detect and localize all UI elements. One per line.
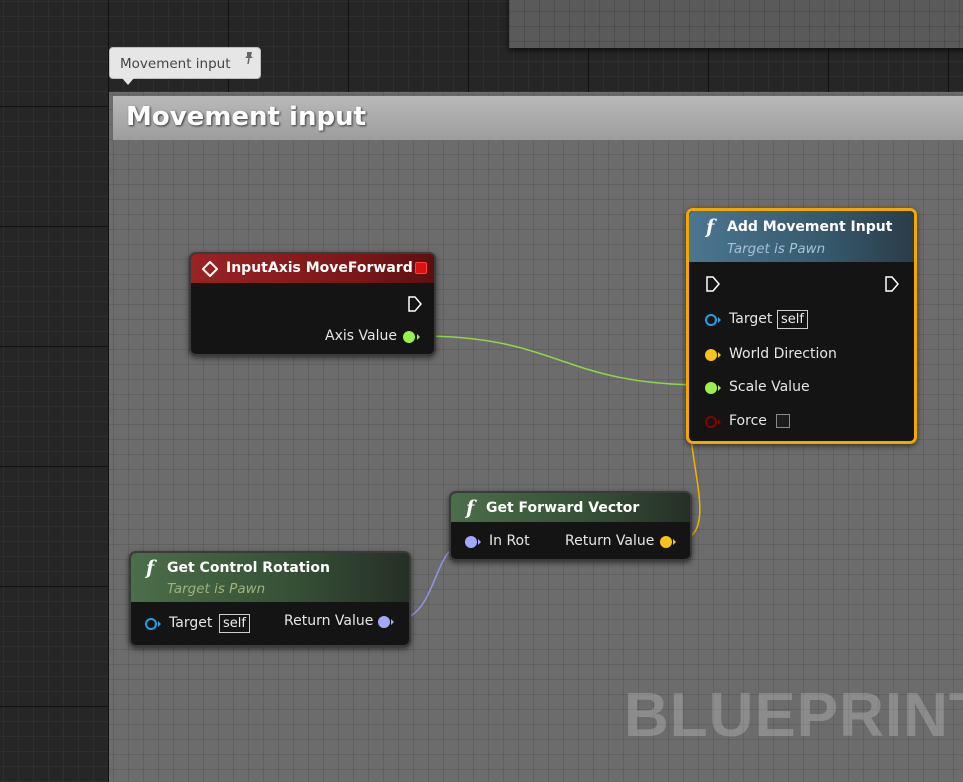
force-pin[interactable] — [704, 415, 724, 433]
in-rot-label: In Rot — [489, 533, 530, 549]
force-checkbox[interactable] — [776, 414, 790, 428]
node-title: Get Forward Vector — [486, 500, 640, 516]
scale-value-pin[interactable] — [704, 381, 724, 399]
node-title: Get Control Rotation — [167, 560, 330, 576]
function-f-icon: f — [706, 216, 715, 238]
target-label: Target — [169, 615, 213, 631]
function-f-icon: f — [146, 557, 155, 579]
node-get-control-rotation[interactable]: f Get Control Rotation Target is Pawn Ta… — [129, 551, 411, 647]
return-value-pin[interactable] — [659, 535, 679, 553]
node-subtitle: Target is Pawn — [167, 581, 266, 597]
node-add-movement-input[interactable]: f Add Movement Input Target is Pawn Targ… — [686, 208, 917, 444]
exec-out-pin[interactable] — [407, 295, 423, 317]
axis-value-pin[interactable] — [402, 330, 422, 348]
return-value-pin[interactable] — [377, 615, 397, 633]
wire-axis-to-scale — [419, 335, 707, 386]
exec-out-pin[interactable] — [884, 275, 900, 297]
world-direction-pin[interactable] — [704, 348, 724, 366]
node-title: Add Movement Input — [727, 219, 893, 235]
node-subtitle: Target is Pawn — [727, 241, 826, 257]
return-value-label: Return Value — [284, 613, 374, 629]
return-value-label: Return Value — [565, 533, 655, 549]
stop-icon — [415, 262, 427, 274]
diamond-icon — [201, 260, 219, 281]
node-title: InputAxis MoveForward — [226, 260, 413, 276]
scale-value-label: Scale Value — [729, 379, 810, 395]
node-get-forward-vector[interactable]: f Get Forward Vector In Rot Return Value — [449, 491, 692, 561]
target-self-value[interactable]: self — [219, 614, 250, 633]
function-f-icon: f — [466, 497, 475, 519]
target-pin[interactable] — [144, 617, 164, 635]
target-pin[interactable] — [704, 313, 724, 331]
target-self-value[interactable]: self — [777, 310, 808, 329]
world-direction-label: World Direction — [729, 346, 837, 362]
axis-value-label: Axis Value — [325, 328, 397, 344]
in-rot-pin[interactable] — [464, 535, 484, 553]
force-label: Force — [729, 413, 767, 429]
exec-in-pin[interactable] — [705, 275, 721, 297]
target-label: Target — [729, 311, 773, 327]
node-inputaxis-moveforward[interactable]: InputAxis MoveForward Axis Value — [189, 252, 436, 356]
